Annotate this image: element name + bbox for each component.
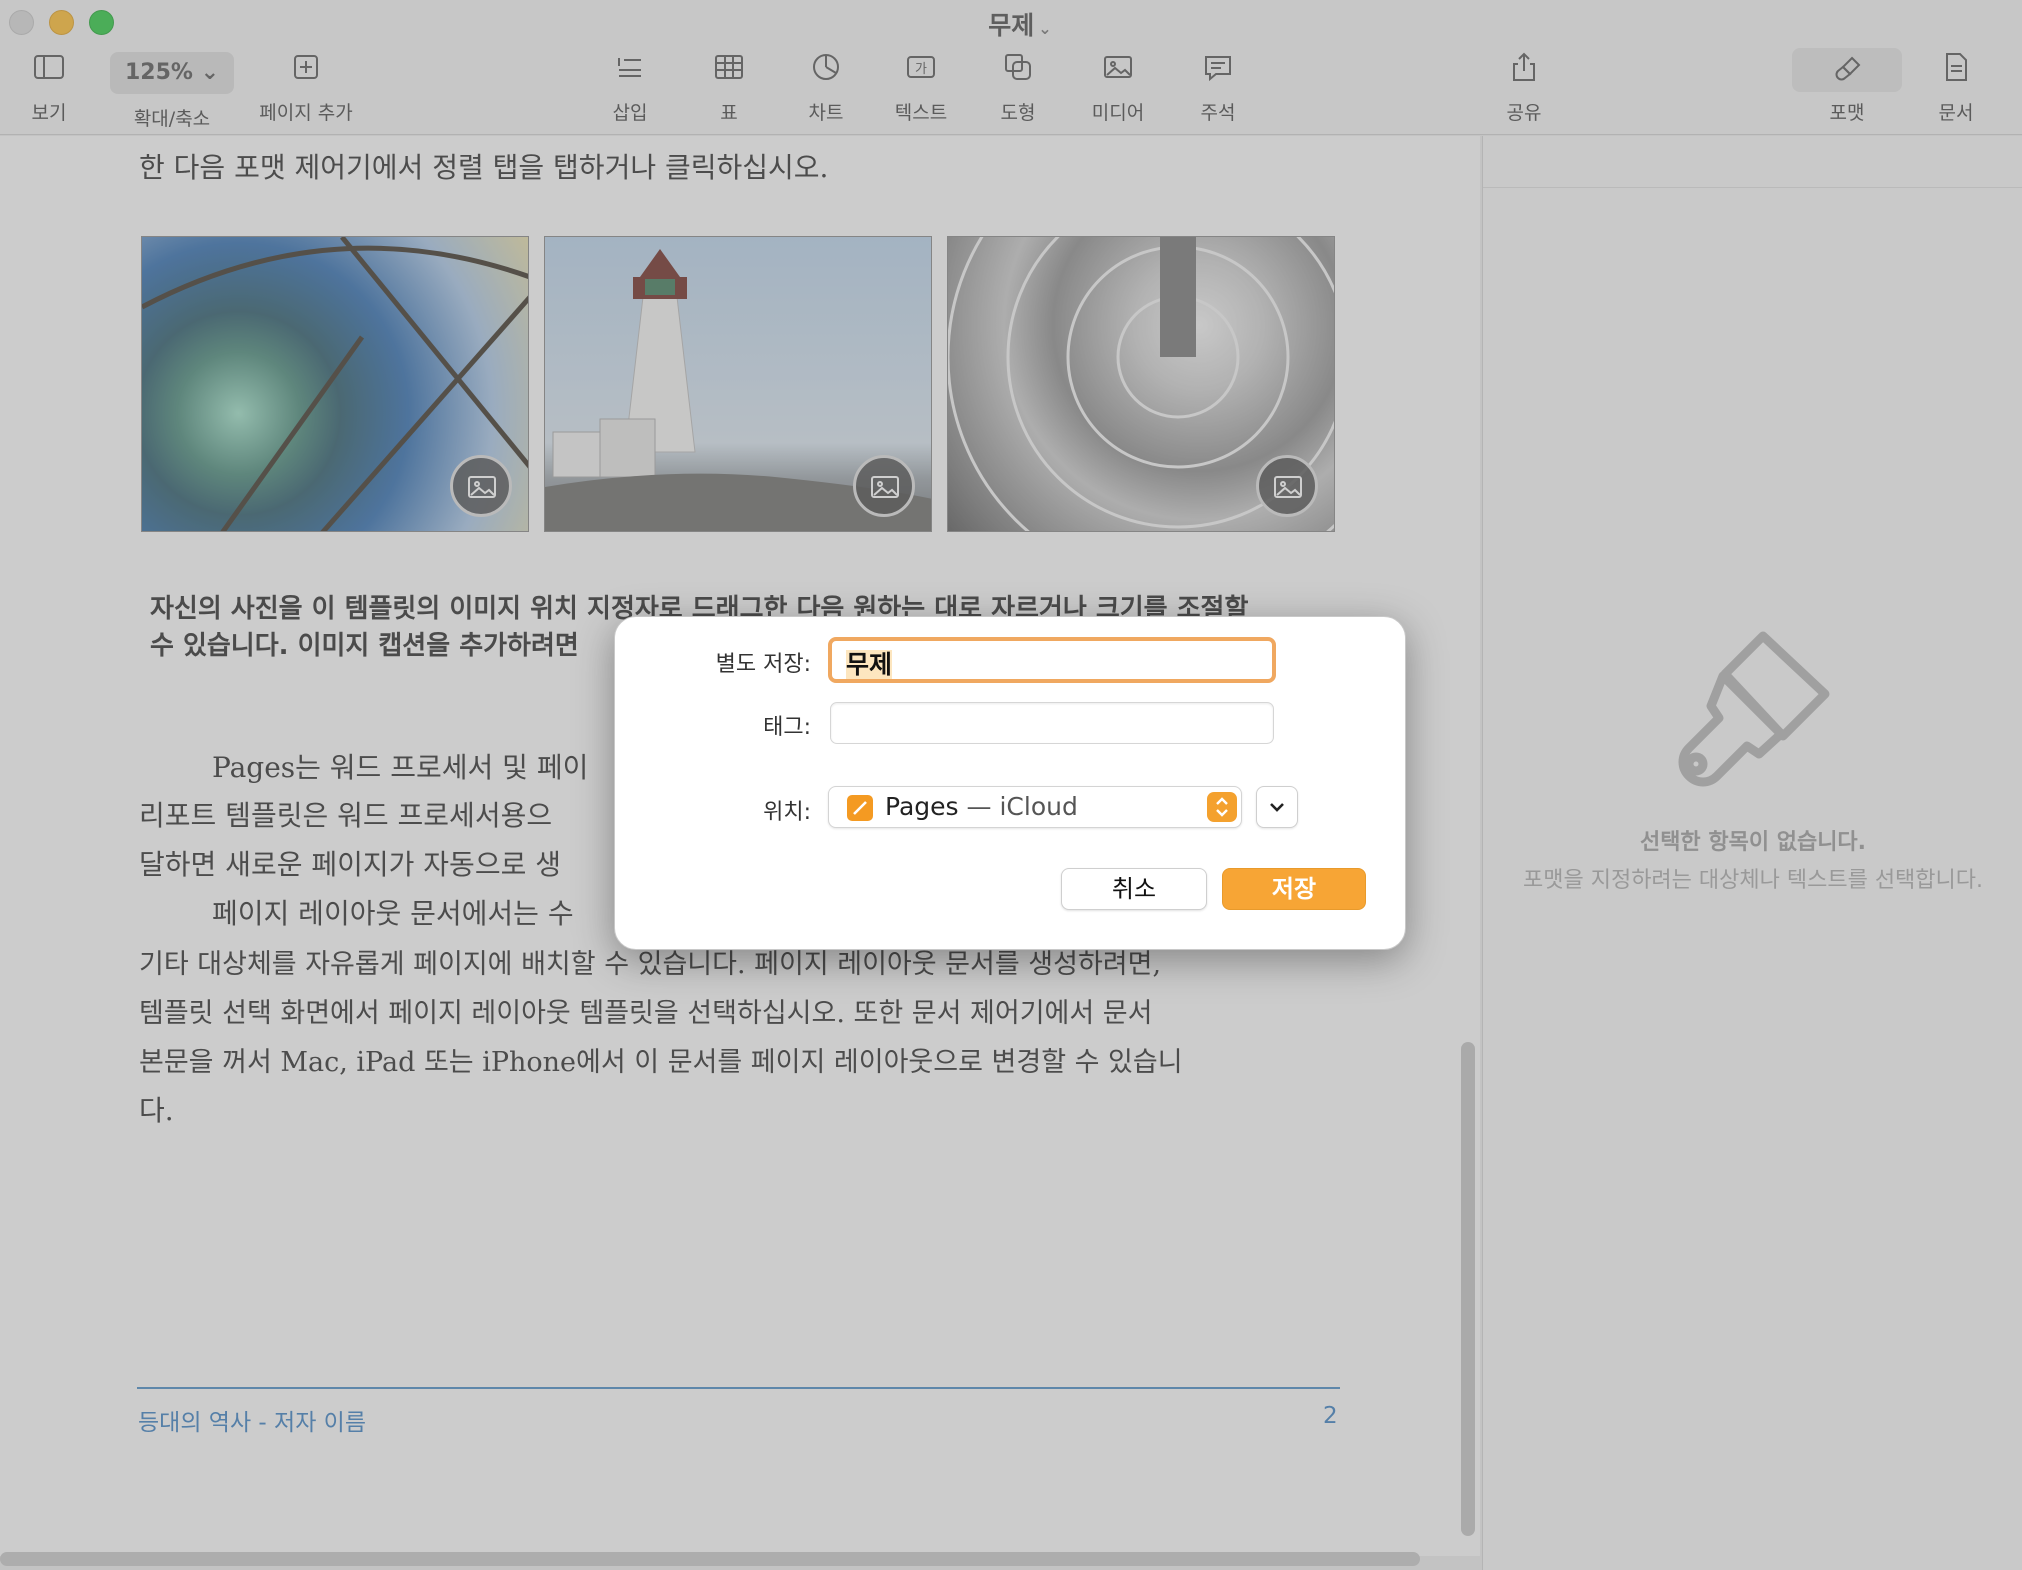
- tags-input[interactable]: [830, 702, 1274, 744]
- location-app: Pages: [885, 792, 959, 821]
- save-as-label: 별도 저장:: [715, 652, 811, 677]
- location-value: Pages — iCloud: [885, 792, 1078, 821]
- pages-app-icon: [847, 795, 873, 821]
- location-select[interactable]: Pages — iCloud: [828, 786, 1242, 828]
- stepper-icon: [1207, 792, 1237, 822]
- save-as-value: 무제: [846, 650, 893, 679]
- location-label: 위치:: [763, 800, 811, 825]
- cancel-button[interactable]: 취소: [1061, 868, 1207, 910]
- location-separator: —: [958, 792, 1000, 821]
- save-dialog: 별도 저장: 무제 태그: 위치: Pages — iCloud 취소 저장: [614, 616, 1406, 950]
- save-button[interactable]: 저장: [1222, 868, 1366, 910]
- expand-dialog-button[interactable]: [1256, 786, 1298, 828]
- chevron-down-icon: [1270, 803, 1284, 812]
- save-as-input[interactable]: 무제: [828, 637, 1276, 683]
- tags-label: 태그:: [763, 715, 811, 740]
- location-service: iCloud: [999, 792, 1078, 821]
